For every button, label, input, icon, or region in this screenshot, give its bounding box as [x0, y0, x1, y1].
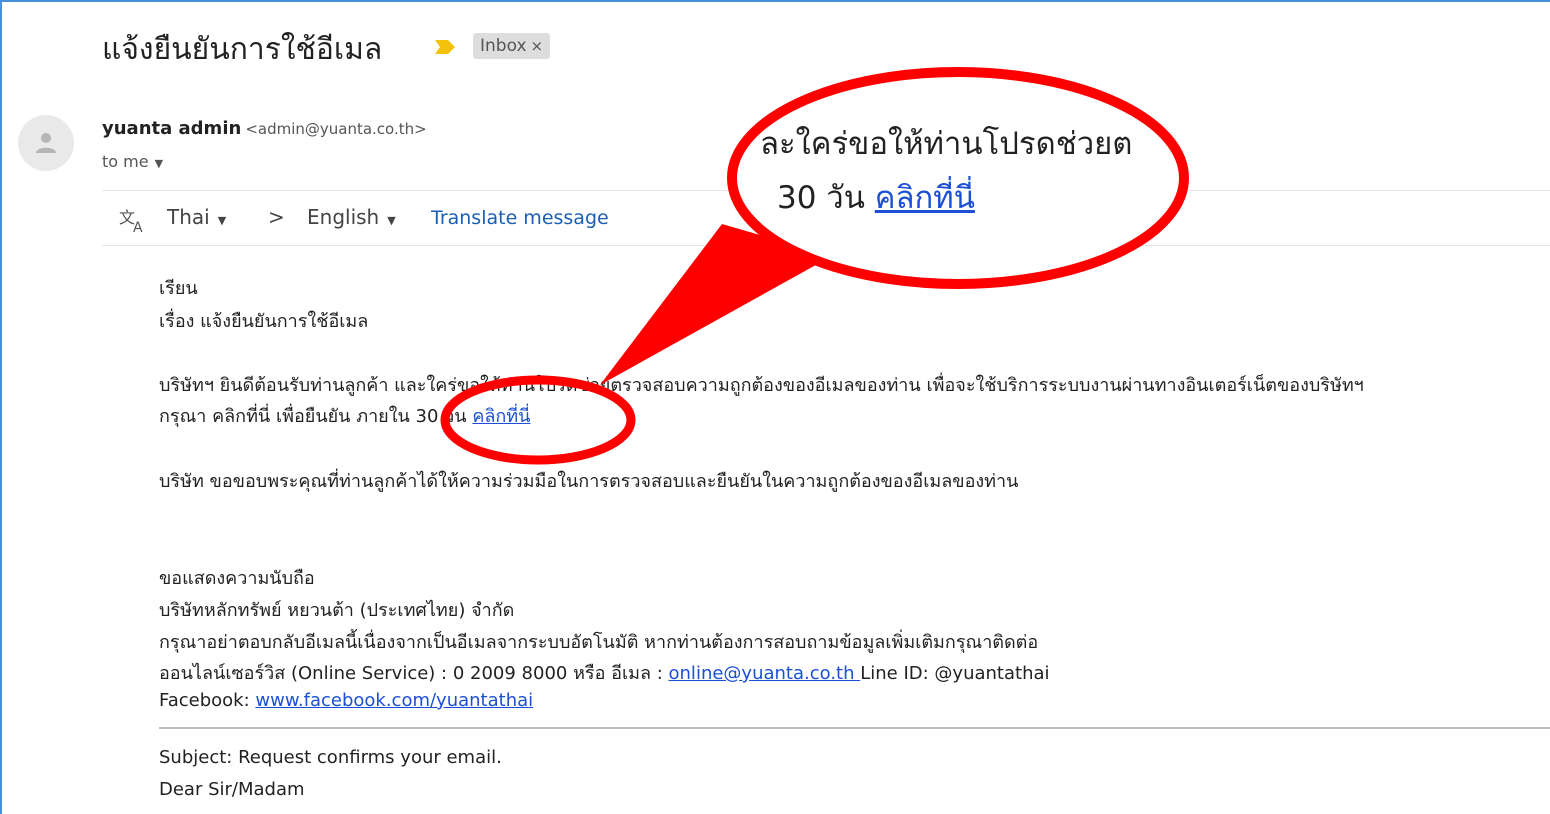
callout-bubble [727, 67, 1189, 289]
link-highlight-ellipse [440, 375, 636, 465]
annotation-overlay [440, 67, 1189, 465]
